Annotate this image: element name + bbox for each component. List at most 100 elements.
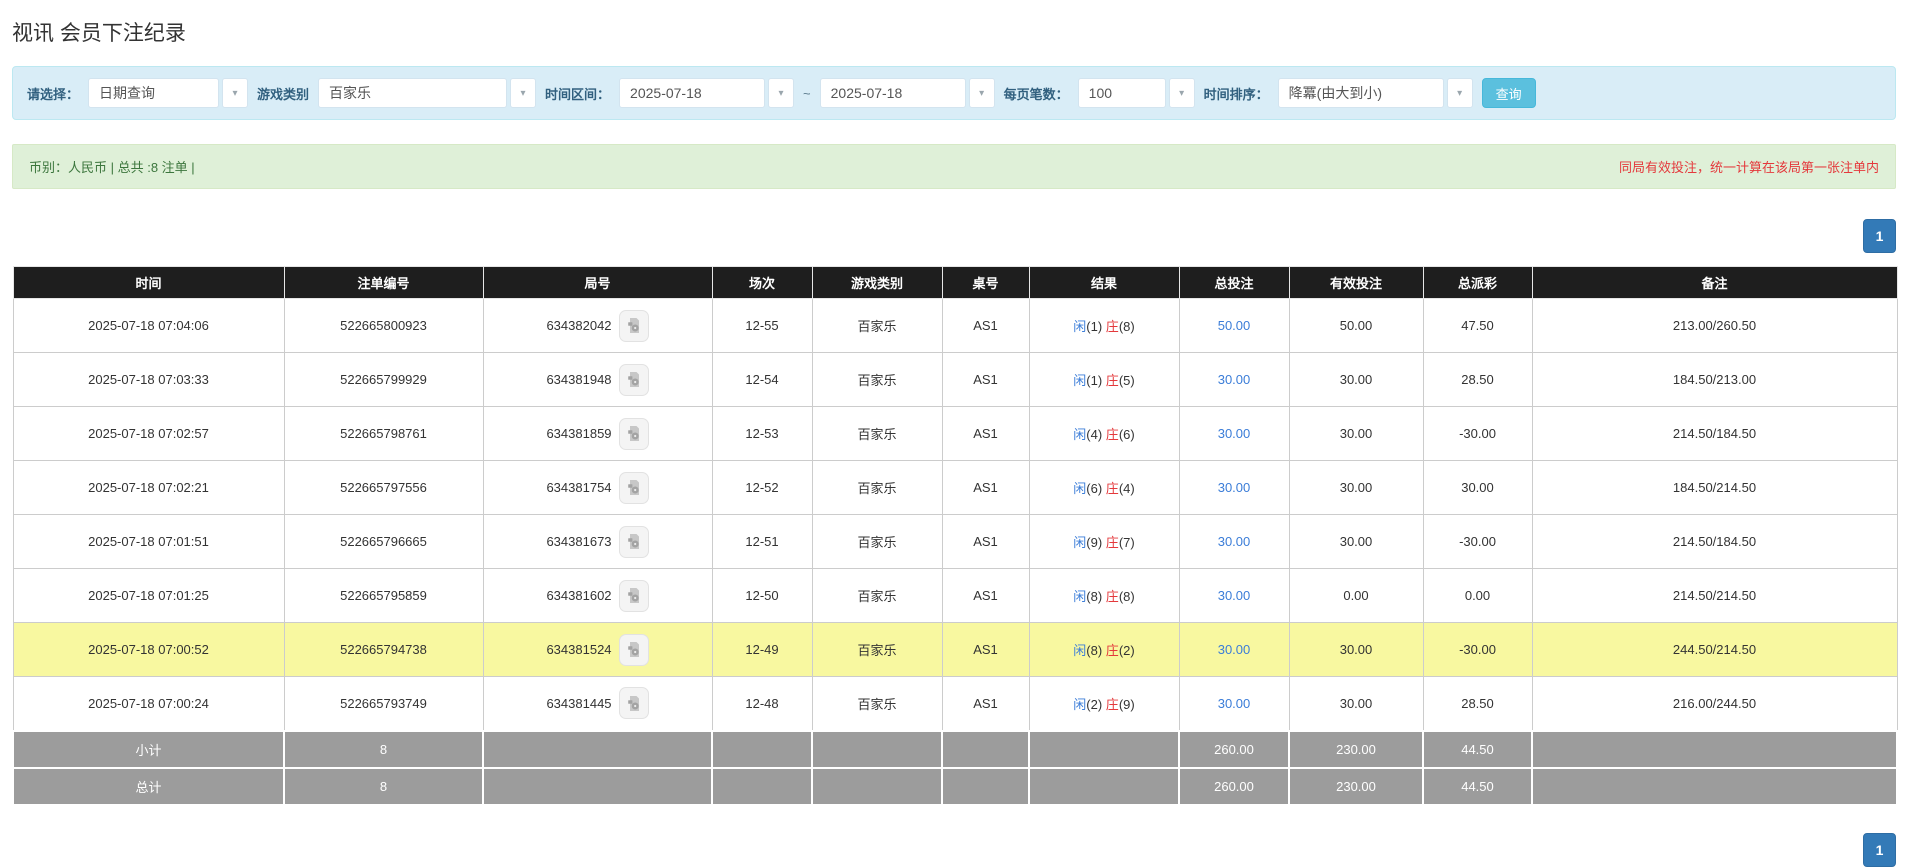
- cell-round-no: 634381948: [483, 353, 712, 407]
- cell-round-no: 634381602: [483, 569, 712, 623]
- result-player-count: (8): [1086, 643, 1106, 658]
- total-cell-payout: 44.50: [1423, 768, 1532, 805]
- cell-round-no: 634381754: [483, 461, 712, 515]
- chevron-down-icon[interactable]: ▾: [768, 78, 794, 108]
- video-replay-button[interactable]: [619, 310, 649, 342]
- cell-valid-bet: 30.00: [1289, 677, 1423, 731]
- cell-table-no: AS1: [942, 515, 1029, 569]
- date-from-value[interactable]: 2025-07-18: [619, 78, 765, 108]
- cell-note: 244.50/214.50: [1532, 623, 1897, 677]
- total-cell-note: [1532, 731, 1897, 768]
- result-player-label: 闲: [1073, 319, 1086, 334]
- chevron-down-icon[interactable]: ▾: [969, 78, 995, 108]
- cell-table-no: AS1: [942, 407, 1029, 461]
- page-size-value[interactable]: 100: [1078, 78, 1166, 108]
- video-replay-button[interactable]: [619, 526, 649, 558]
- video-replay-button[interactable]: [619, 364, 649, 396]
- query-type-select[interactable]: 日期查询 ▾: [88, 78, 248, 108]
- table-row: 2025-07-18 07:00:52522665794738634381524…: [13, 623, 1897, 677]
- cell-total-bet: 30.00: [1179, 677, 1289, 731]
- cell-note: 214.50/184.50: [1532, 407, 1897, 461]
- total-bet-link[interactable]: 50.00: [1218, 318, 1251, 333]
- cell-payout: -30.00: [1423, 623, 1532, 677]
- result-banker-label: 庄: [1106, 427, 1119, 442]
- total-bet-link[interactable]: 30.00: [1218, 534, 1251, 549]
- total-cell-result: [1029, 768, 1179, 805]
- cell-session: 12-53: [712, 407, 812, 461]
- game-type-value[interactable]: 百家乐: [318, 78, 507, 108]
- filter-bar: 请选择： 日期查询 ▾ 游戏类别 百家乐 ▾ 时间区间： 2025-07-18 …: [12, 66, 1896, 120]
- cell-total-bet: 30.00: [1179, 353, 1289, 407]
- total-cell-round-no: [483, 731, 712, 768]
- chevron-down-icon[interactable]: ▾: [222, 78, 248, 108]
- result-banker-label: 庄: [1106, 481, 1119, 496]
- date-to-select[interactable]: 2025-07-18 ▾: [820, 78, 995, 108]
- page-size-select[interactable]: 100 ▾: [1078, 78, 1195, 108]
- total-cell-table-no: [942, 768, 1029, 805]
- query-type-value[interactable]: 日期查询: [88, 78, 219, 108]
- date-from-select[interactable]: 2025-07-18 ▾: [619, 78, 794, 108]
- total-cell-session: [712, 731, 812, 768]
- result-banker-count: (4): [1119, 481, 1135, 496]
- cell-result: 闲(1) 庄(8): [1029, 299, 1179, 353]
- cell-session: 12-54: [712, 353, 812, 407]
- cell-round-no: 634382042: [483, 299, 712, 353]
- date-range-label: 时间区间：: [545, 84, 610, 103]
- total-cell-note: [1532, 768, 1897, 805]
- result-player-count: (1): [1086, 373, 1106, 388]
- cell-game: 百家乐: [812, 407, 942, 461]
- cell-valid-bet: 30.00: [1289, 623, 1423, 677]
- video-replay-button[interactable]: [619, 580, 649, 612]
- result-player-label: 闲: [1073, 535, 1086, 550]
- total-bet-link[interactable]: 30.00: [1218, 696, 1251, 711]
- result-banker-label: 庄: [1106, 319, 1119, 334]
- cell-result: 闲(9) 庄(7): [1029, 515, 1179, 569]
- total-bet-link[interactable]: 30.00: [1218, 372, 1251, 387]
- result-banker-count: (5): [1119, 373, 1135, 388]
- game-type-select[interactable]: 百家乐 ▾: [318, 78, 536, 108]
- cell-time: 2025-07-18 07:01:25: [13, 569, 284, 623]
- cell-game: 百家乐: [812, 677, 942, 731]
- column-header: 局号: [483, 267, 712, 299]
- total-bet-link[interactable]: 30.00: [1218, 426, 1251, 441]
- cell-total-bet: 30.00: [1179, 461, 1289, 515]
- cell-game: 百家乐: [812, 353, 942, 407]
- round-number: 634381948: [546, 372, 611, 387]
- total-bet-link[interactable]: 30.00: [1218, 480, 1251, 495]
- cell-result: 闲(4) 庄(6): [1029, 407, 1179, 461]
- cell-note: 184.50/213.00: [1532, 353, 1897, 407]
- cell-valid-bet: 0.00: [1289, 569, 1423, 623]
- column-header: 结果: [1029, 267, 1179, 299]
- round-number: 634381673: [546, 534, 611, 549]
- cell-round-no: 634381445: [483, 677, 712, 731]
- chevron-down-icon[interactable]: ▾: [1169, 78, 1195, 108]
- table-header-row: 时间注单编号局号场次游戏类别桌号结果总投注有效投注总派彩备注: [13, 267, 1897, 299]
- table-row: 2025-07-18 07:03:33522665799929634381948…: [13, 353, 1897, 407]
- result-banker-label: 庄: [1106, 643, 1119, 658]
- result-banker-label: 庄: [1106, 589, 1119, 604]
- cell-total-bet: 30.00: [1179, 407, 1289, 461]
- chevron-down-icon[interactable]: ▾: [510, 78, 536, 108]
- time-order-select[interactable]: 降冪(由大到小) ▾: [1278, 78, 1473, 108]
- total-bet-link[interactable]: 30.00: [1218, 642, 1251, 657]
- video-replay-button[interactable]: [619, 418, 649, 450]
- round-cell-content: 634382042: [546, 310, 648, 342]
- page-size-label: 每页笔数：: [1004, 84, 1069, 103]
- date-to-value[interactable]: 2025-07-18: [820, 78, 966, 108]
- video-replay-button[interactable]: [619, 472, 649, 504]
- total-bet-link[interactable]: 30.00: [1218, 588, 1251, 603]
- video-replay-button[interactable]: [619, 634, 649, 666]
- total-cell-payout: 44.50: [1423, 731, 1532, 768]
- page-1-button-bottom[interactable]: 1: [1863, 833, 1896, 867]
- table-body: 2025-07-18 07:04:06522665800923634382042…: [13, 299, 1897, 731]
- chevron-down-icon[interactable]: ▾: [1447, 78, 1473, 108]
- round-number: 634381859: [546, 426, 611, 441]
- total-cell-session: [712, 768, 812, 805]
- cell-payout: 0.00: [1423, 569, 1532, 623]
- time-order-value[interactable]: 降冪(由大到小): [1278, 78, 1444, 108]
- round-number: 634381524: [546, 642, 611, 657]
- video-replay-button[interactable]: [619, 687, 649, 719]
- total-cell-valid-bet: 230.00: [1289, 768, 1423, 805]
- page-1-button[interactable]: 1: [1863, 219, 1896, 253]
- search-button[interactable]: 查询: [1482, 78, 1536, 108]
